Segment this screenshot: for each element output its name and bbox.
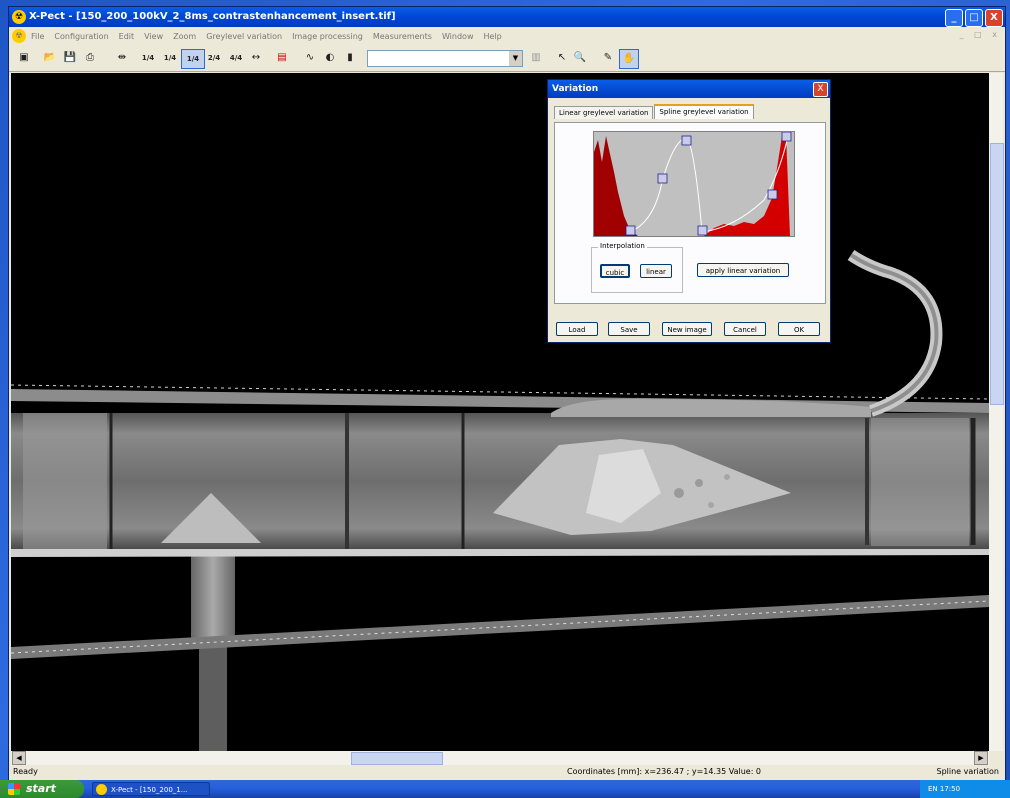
menu-zoom[interactable]: Zoom [173,32,196,41]
spline-node[interactable] [657,173,668,184]
dialog-close-button[interactable]: X [813,82,828,97]
taskbar-item-xpect[interactable]: X-Pect - [150_200_1... [92,782,210,796]
zoom-quarter-2-button[interactable]: 1/4 [159,49,181,67]
start-label: start [26,782,56,795]
toolbar: ▣ 📂 💾 ⎙ ⇹ 1/4 1/4 1/4 2/4 4/4 ↔ ▤ ∿ ◐ ▮ … [9,45,1005,72]
tray-clock: EN 17:50 [928,785,961,793]
vertical-scrollbar[interactable] [989,73,1004,751]
pointer-icon[interactable]: ↖ [553,49,571,67]
open-icon[interactable]: 📂 [41,49,59,67]
zoom-quarter-1-button[interactable]: 1/4 [137,49,159,67]
save-button[interactable]: Save [608,322,650,336]
histogram-plot [594,132,792,236]
linear-button[interactable]: linear [640,264,672,278]
magnifier-icon[interactable]: 🔍 [571,49,589,67]
spline-node[interactable] [697,225,708,236]
report-icon[interactable]: ▤ [273,49,291,67]
close-button[interactable]: X [985,9,1003,27]
new-image-button[interactable]: New image [662,322,712,336]
disabled-tool-icon: ▥ [531,52,541,63]
vertical-scroll-thumb[interactable] [990,143,1004,405]
save-icon[interactable]: 💾 [61,49,79,67]
tab-linear-greylevel[interactable]: Linear greylevel variation [554,106,654,119]
maximize-button[interactable]: □ [965,9,983,27]
cubic-button[interactable]: cubic [600,264,630,278]
dialog-title[interactable]: Variation [548,80,830,98]
ok-button[interactable]: OK [778,322,820,336]
xray-image [11,249,989,751]
menu-greylevel-variation[interactable]: Greylevel variation [206,32,282,41]
fit-icon[interactable]: ⇹ [113,49,131,67]
windows-flag-icon [8,783,20,795]
variation-dialog: Variation X Linear greylevel variation S… [547,79,831,343]
cancel-button[interactable]: Cancel [724,322,766,336]
horizontal-scroll-thumb[interactable] [351,752,443,765]
menu-bar: ☢ File Configuration Edit View Zoom Grey… [9,27,1005,45]
contrast-icon[interactable]: ◐ [321,49,339,67]
interpolation-label: Interpolation [598,242,647,250]
zoom-full-button[interactable]: 4/4 [225,49,247,67]
desktop: ☢ X-Pect - [150_200_100kV_2_8ms_contrast… [0,0,1010,798]
load-button[interactable]: Load [556,322,598,336]
scroll-left-icon[interactable]: ◀ [12,751,26,765]
scroll-right-icon[interactable]: ▶ [974,751,988,765]
pencil-icon[interactable]: ✎ [599,49,617,67]
window-title: X-Pect - [150_200_100kV_2_8ms_contrasten… [29,11,396,22]
spline-node[interactable] [625,225,636,236]
status-ready: Ready [13,767,38,776]
spline-node[interactable] [767,189,778,200]
taskbar-item-label: X-Pect - [150_200_1... [111,786,188,794]
document-icon[interactable]: ☢ [12,29,26,43]
tab-spline-greylevel[interactable]: Spline greylevel variation [654,104,754,119]
status-bar: Ready Coordinates [mm]: x=236.47 ; y=14.… [9,765,1005,779]
apply-linear-variation-button[interactable]: apply linear variation [697,263,789,277]
zoom-fit-icon[interactable]: ↔ [247,49,265,67]
tab-panel: Interpolation cubic linear apply linear … [554,122,826,304]
app-window: ☢ X-Pect - [150_200_100kV_2_8ms_contrast… [8,6,1006,782]
title-bar[interactable]: ☢ X-Pect - [150_200_100kV_2_8ms_contrast… [9,7,1005,27]
menu-window[interactable]: Window [442,32,474,41]
layer-combo[interactable]: ▼ [367,50,523,67]
levels-icon[interactable]: ▮ [341,49,359,67]
spline-node[interactable] [681,135,692,146]
start-button[interactable]: start [0,780,84,798]
dialog-tabs: Linear greylevel variation Spline greyle… [554,104,755,119]
hand-icon[interactable]: ✋ [619,49,639,69]
print-icon[interactable]: ⎙ [81,49,99,67]
app-icon: ☢ [12,10,26,24]
chevron-down-icon[interactable]: ▼ [509,51,522,66]
menu-file[interactable]: File [31,32,44,41]
xpect-icon [96,784,107,795]
mdi-controls[interactable]: _ □ x [960,30,1001,39]
menu-configuration[interactable]: Configuration [54,32,108,41]
zoom-half-button[interactable]: 2/4 [203,49,225,67]
spline-node[interactable] [781,132,792,142]
image-canvas[interactable] [11,73,989,751]
curve-icon[interactable]: ∿ [301,49,319,67]
menu-image-processing[interactable]: Image processing [292,32,363,41]
scanner-icon[interactable]: ▣ [15,49,33,67]
interpolation-group: Interpolation cubic linear [591,242,683,293]
histogram-editor[interactable] [593,131,795,237]
horizontal-scrollbar[interactable]: ◀ ▶ [11,751,989,765]
zoom-quarter-3-button[interactable]: 1/4 [181,49,205,69]
minimize-button[interactable]: _ [945,9,963,27]
status-mode: Spline variation [936,767,999,776]
status-coordinates: Coordinates [mm]: x=236.47 ; y=14.35 Val… [567,767,762,776]
menu-help[interactable]: Help [483,32,501,41]
menu-edit[interactable]: Edit [119,32,135,41]
menu-measurements[interactable]: Measurements [373,32,432,41]
taskbar: start X-Pect - [150_200_1... EN 17:50 [0,780,1010,798]
menu-view[interactable]: View [144,32,163,41]
system-tray: EN 17:50 [920,780,1010,798]
